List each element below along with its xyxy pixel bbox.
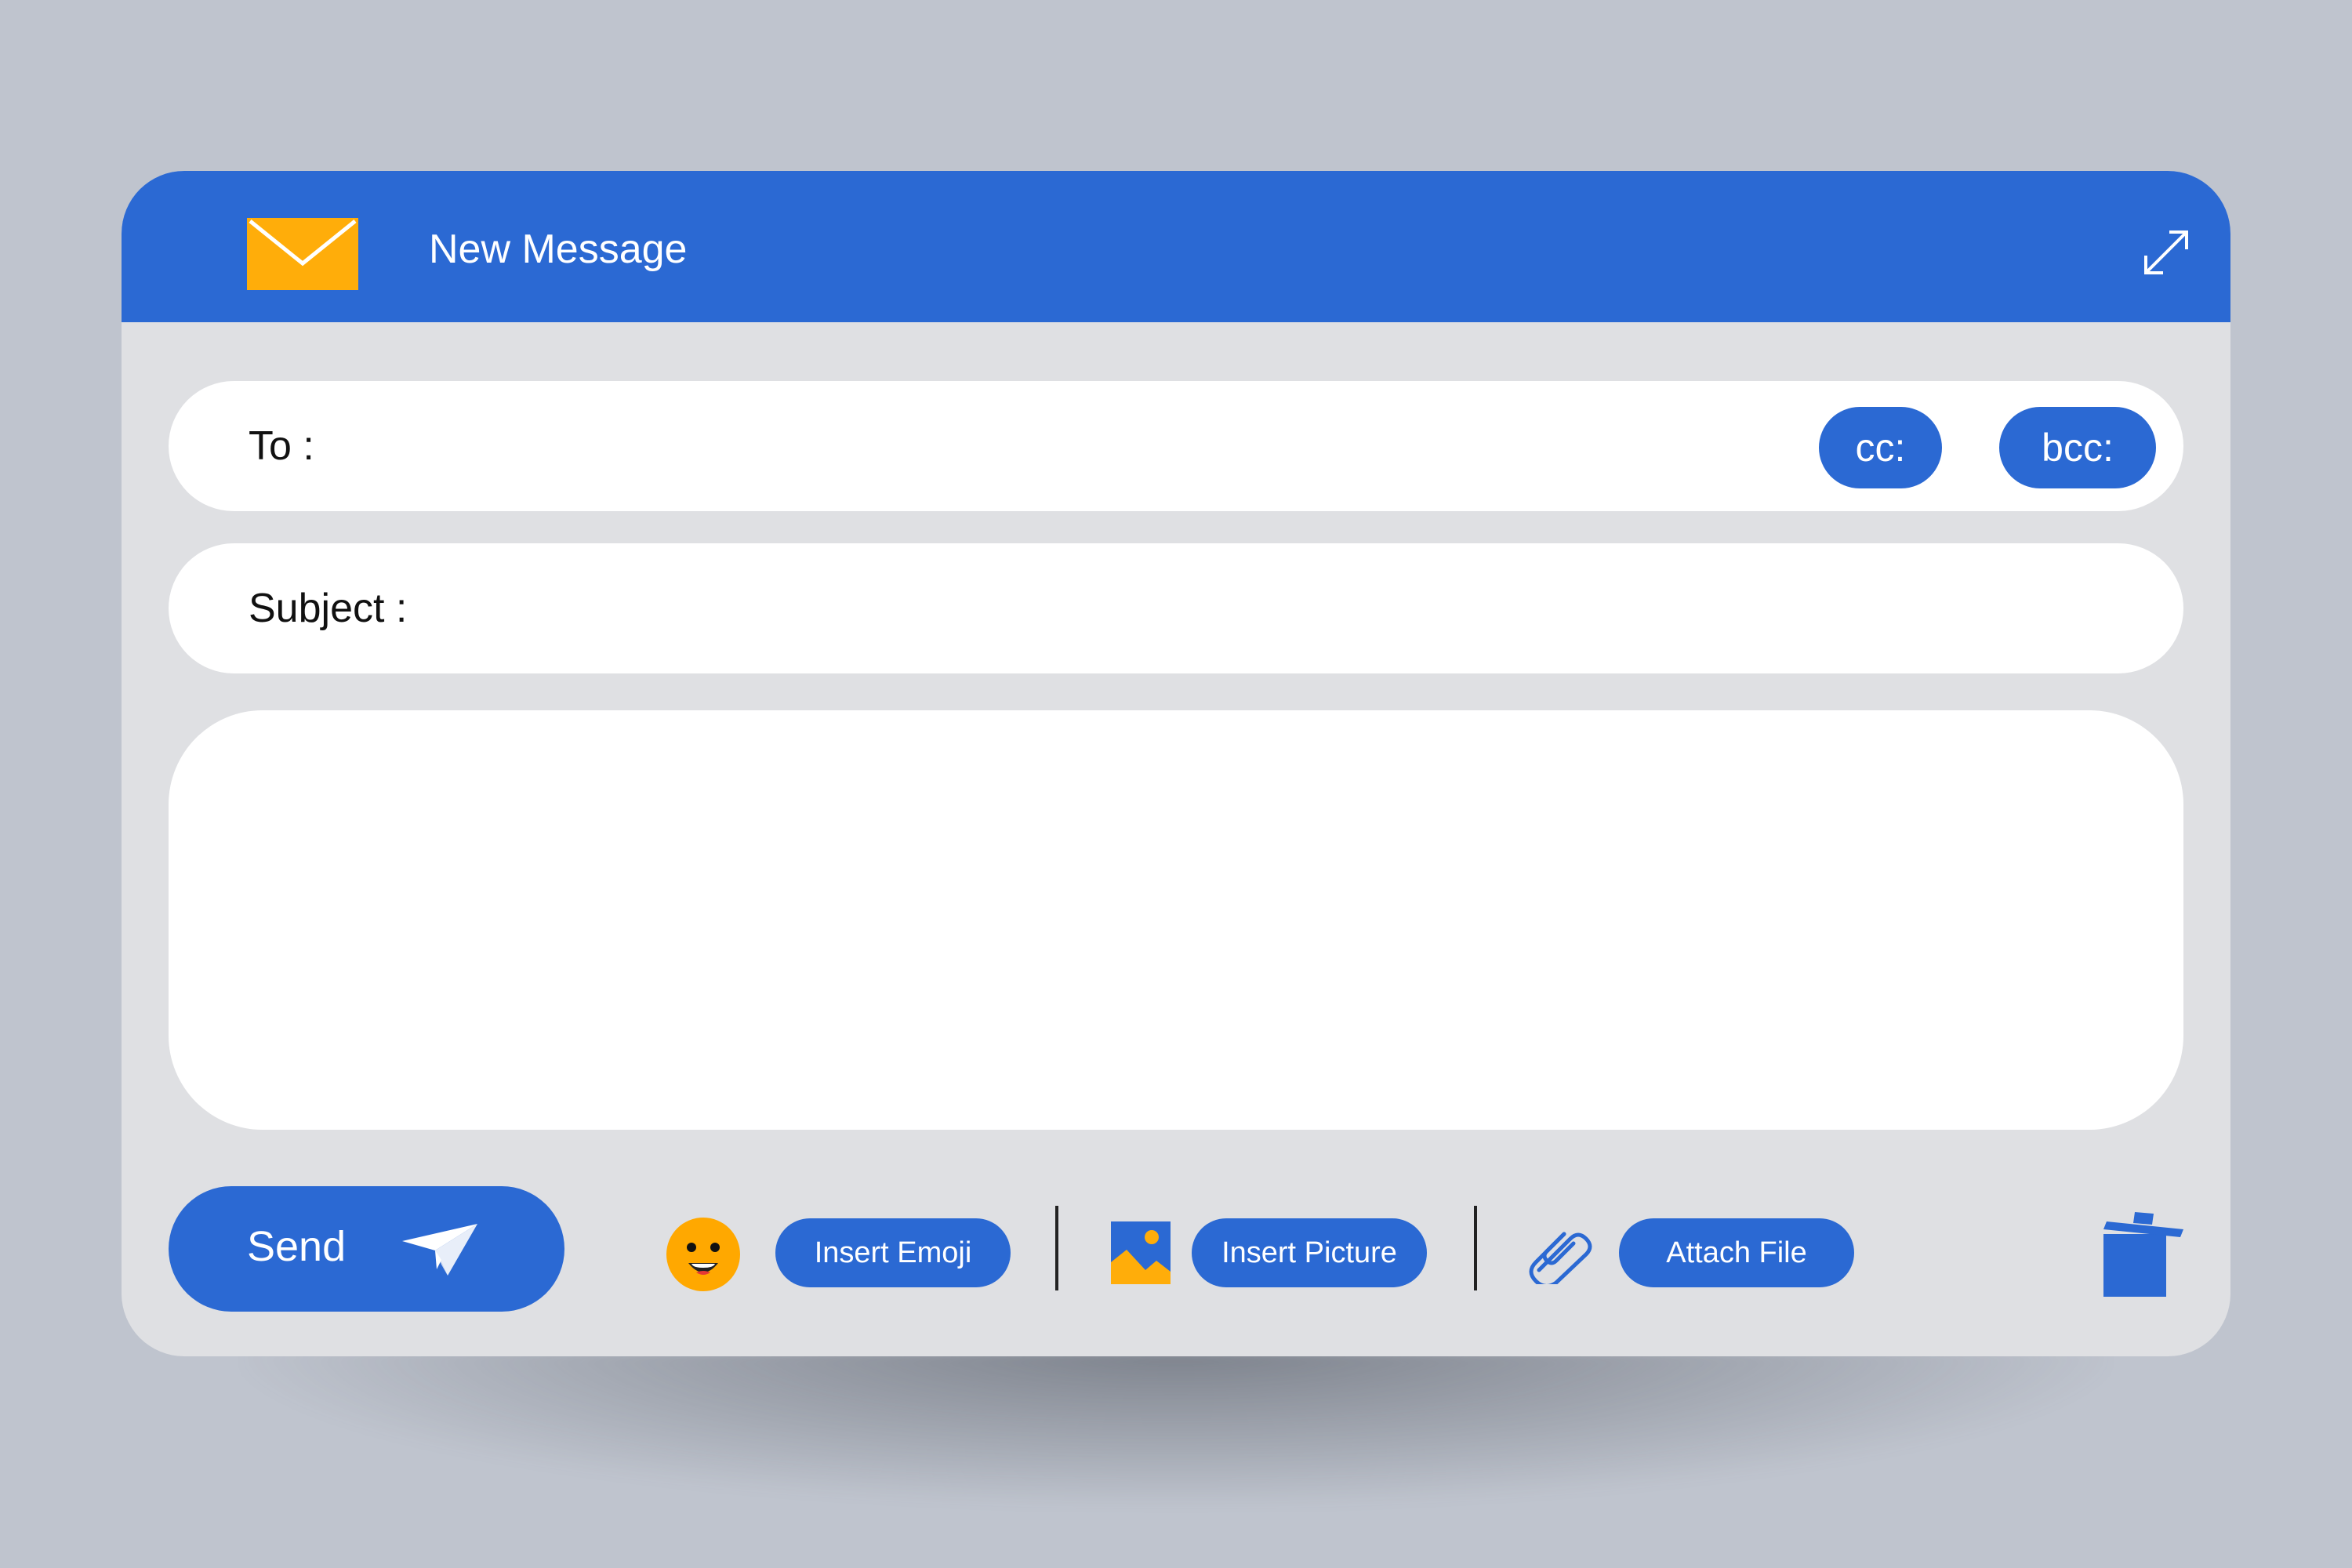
title-bar: New Message xyxy=(122,171,2230,322)
subject-label: Subject : xyxy=(249,586,408,631)
smiley-icon[interactable] xyxy=(666,1218,740,1291)
paperclip-icon[interactable] xyxy=(1525,1221,1595,1284)
window-title: New Message xyxy=(429,227,688,272)
insert-emoji-button[interactable]: Insert Emoji xyxy=(775,1218,1011,1287)
send-button[interactable]: Send xyxy=(169,1186,564,1312)
expand-icon[interactable] xyxy=(2141,227,2191,278)
toolbar-divider xyxy=(1055,1206,1058,1290)
to-field[interactable]: To : cc: bcc: xyxy=(169,381,2183,511)
compose-window: New Message To : cc: bcc: Subject : Send… xyxy=(122,171,2230,1356)
image-icon[interactable] xyxy=(1111,1221,1171,1284)
message-body-area[interactable] xyxy=(169,710,2183,1130)
cc-button[interactable]: cc: xyxy=(1819,407,1942,488)
send-label: Send xyxy=(247,1223,347,1270)
to-label: To : xyxy=(249,423,314,469)
toolbar-divider xyxy=(1474,1206,1477,1290)
attach-file-button[interactable]: Attach File xyxy=(1619,1218,1854,1287)
subject-field[interactable]: Subject : xyxy=(169,543,2183,673)
trash-icon[interactable] xyxy=(2103,1204,2183,1297)
insert-picture-button[interactable]: Insert Picture xyxy=(1192,1218,1427,1287)
envelope-icon xyxy=(247,218,358,290)
paper-plane-icon xyxy=(402,1224,477,1276)
window-shadow xyxy=(243,1348,2109,1505)
bcc-button[interactable]: bcc: xyxy=(1999,407,2156,488)
